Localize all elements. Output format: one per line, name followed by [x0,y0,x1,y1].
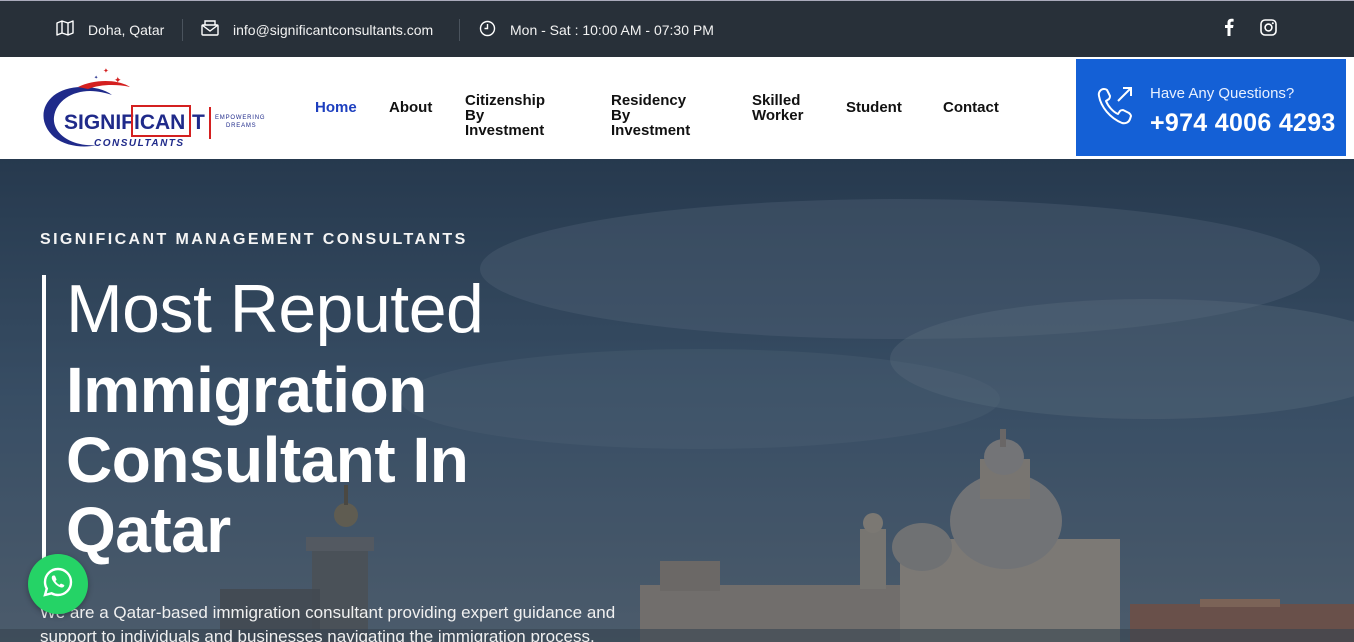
cta-question: Have Any Questions? [1150,85,1295,102]
nav-skilled-worker[interactable]: Skilled Worker [752,93,803,123]
svg-text:✦: ✦ [103,67,109,75]
main-header: ✦ ✦ ✦ SIGNIF ICAN T CONSULTANTS EMPOWERI… [0,57,1354,159]
nav-citizenship-line2: Investment [465,122,545,139]
contact-cta[interactable]: Have Any Questions? +974 4006 4293 [1076,59,1346,156]
email-info[interactable]: info@significantconsultants.com [201,1,433,58]
site-logo[interactable]: ✦ ✦ ✦ SIGNIF ICAN T CONSULTANTS EMPOWERI… [34,65,279,153]
phone-icon [1096,85,1136,132]
hero-heading-line3: Qatar [66,494,231,566]
svg-text:✦: ✦ [114,76,122,86]
nav-citizenship-line1: Citizenship By [465,92,546,124]
nav-about[interactable]: About [389,100,432,115]
nav-citizenship[interactable]: Citizenship By Investment [465,93,545,138]
nav-residency-line2: Investment [611,122,691,139]
instagram-icon[interactable] [1260,18,1277,41]
facebook-icon[interactable] [1224,18,1234,41]
logo-tagline-2: DREAMS [226,123,256,129]
top-bar: Doha, Qatar info@significantconsultants.… [0,0,1354,57]
hours-text: Mon - Sat : 10:00 AM - 07:30 PM [510,21,714,38]
map-icon [56,20,88,39]
nav-residency-line1: Residency By [611,92,687,124]
divider [182,19,183,41]
logo-brand-left: SIGNIF [64,111,134,134]
logo-subtitle: CONSULTANTS [94,138,185,149]
svg-text:✦: ✦ [94,75,98,81]
logo-brand-box: ICAN [134,111,185,134]
nav-home[interactable]: Home [315,100,357,115]
nav-contact[interactable]: Contact [943,100,999,115]
hero-heading-line2: Consultant In [66,424,469,496]
divider [459,19,460,41]
hours-info: Mon - Sat : 10:00 AM - 07:30 PM [479,1,714,58]
whatsapp-icon [42,566,74,603]
hero-description: We are a Qatar-based immigration consult… [40,603,616,642]
hero-heading-light: Most Reputed [66,271,484,347]
nav-residency[interactable]: Residency By Investment [611,93,690,138]
email-link[interactable]: info@significantconsultants.com [233,22,433,38]
clock-icon [479,20,510,40]
envelope-icon [201,20,233,39]
hero-eyebrow: SIGNIFICANT MANAGEMENT CONSULTANTS [40,231,468,248]
social-links [1224,1,1277,58]
cta-phone-number[interactable]: +974 4006 4293 [1150,109,1336,138]
nav-student[interactable]: Student [846,100,902,115]
hero-heading-bold: Immigration Consultant In Qatar [66,355,586,565]
nav-skilled-line2: Worker [752,107,804,124]
whatsapp-button[interactable] [28,554,88,614]
logo-tagline-1: EMPOWERING [215,115,265,121]
hero-section: SIGNIFICANT MANAGEMENT CONSULTANTS Most … [0,159,1354,642]
hero-heading-line1: Immigration [66,354,427,426]
location-text: Doha, Qatar [88,21,165,38]
logo-brand-right: T [192,111,205,134]
hero-accent-bar [42,275,46,565]
location-info: Doha, Qatar [56,1,164,58]
